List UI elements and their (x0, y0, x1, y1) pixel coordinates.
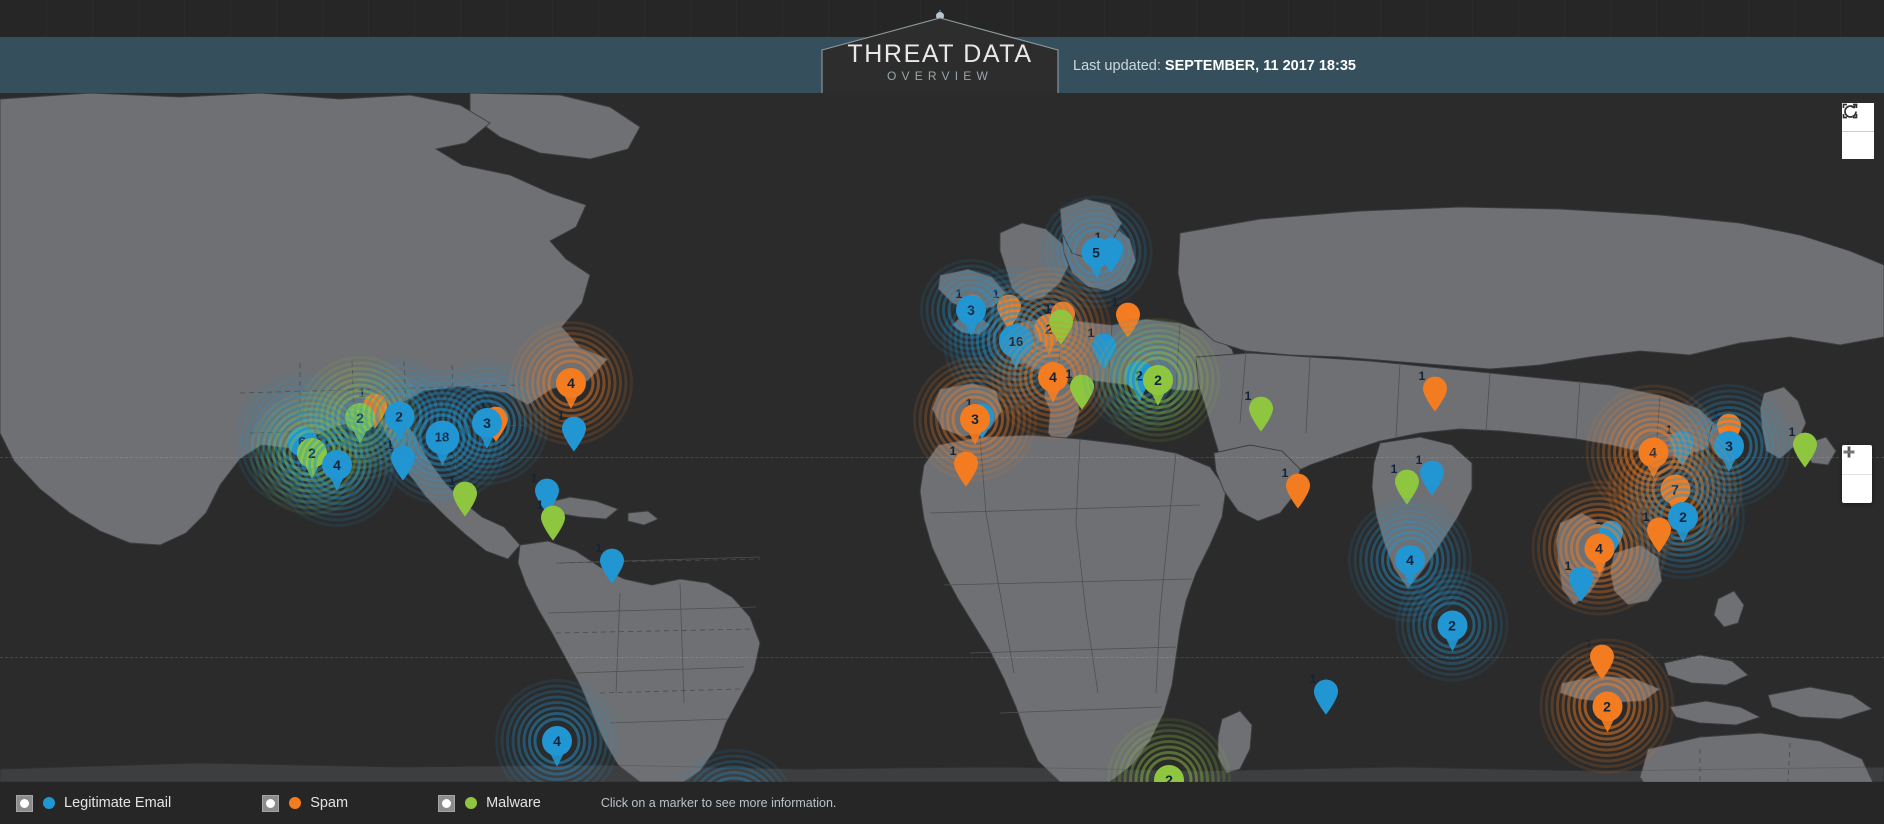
legend-filter-malware[interactable]: Malware (438, 795, 541, 812)
world-map[interactable]: 1511131211611412231111114211413172141112… (0, 93, 1884, 782)
grid-line (138, 0, 139, 37)
threat-data-dashboard: THREAT DATA OVERVIEW Last updated: SEPTE… (0, 0, 1884, 824)
grid-line (1840, 0, 1841, 37)
grid-line (276, 0, 277, 37)
last-updated-value: SEPTEMBER, 11 2017 18:35 (1165, 58, 1356, 74)
cluster-count: 2 (1143, 365, 1173, 395)
map-view-controls[interactable] (1842, 103, 1874, 159)
grid-line (1794, 0, 1795, 37)
legend-label: Legitimate Email (64, 795, 171, 811)
legend-checkbox[interactable] (16, 795, 33, 812)
grid-line (1702, 0, 1703, 37)
grid-line (782, 0, 783, 37)
grid-line (1288, 0, 1289, 37)
grid-line (644, 0, 645, 37)
grid-line (1564, 0, 1565, 37)
grid-line (1104, 0, 1105, 37)
cluster-rings (660, 737, 808, 782)
cluster-count: 4 (322, 450, 352, 480)
grid-line (1150, 0, 1151, 37)
badge-title: THREAT DATA (847, 40, 1032, 68)
map-marker-cluster[interactable]: 2 (1528, 627, 1687, 783)
map-marker-cluster[interactable]: 4 (483, 667, 631, 782)
grid-line (1610, 0, 1611, 37)
legend-filter-legitimate-email[interactable]: Legitimate Email (16, 795, 171, 812)
cluster-count: 2 (1592, 691, 1622, 721)
grid-line (1334, 0, 1335, 37)
legend-label: Spam (310, 795, 348, 811)
grid-line (414, 0, 415, 37)
map-marker-cluster[interactable]: 3 (660, 737, 808, 782)
last-updated-label: Last updated: (1073, 58, 1161, 74)
grid-line (1196, 0, 1197, 37)
legend-filter-spam[interactable]: Spam (262, 795, 348, 812)
legend-color-swatch (465, 797, 477, 809)
grid-line (1380, 0, 1381, 37)
grid-line (1656, 0, 1657, 37)
grid-line (1426, 0, 1427, 37)
map-marker-cluster[interactable]: 4 (1057, 769, 1205, 782)
grid-line (184, 0, 185, 37)
badge-subtitle: OVERVIEW (887, 69, 993, 83)
map-marker-cluster[interactable]: 2 (1084, 306, 1232, 454)
map-marker-cluster[interactable]: 2 (1384, 557, 1521, 694)
zoom-controls[interactable] (1842, 445, 1872, 503)
grid-line (1748, 0, 1749, 37)
grid-line (322, 0, 323, 37)
grid-line (736, 0, 737, 37)
reset-icon[interactable] (1842, 131, 1874, 159)
grid-line (92, 0, 93, 37)
grid-line (1472, 0, 1473, 37)
grid-line (598, 0, 599, 37)
legend-checkbox[interactable] (262, 795, 279, 812)
legend-hint: Click on a marker to see more informatio… (601, 796, 837, 810)
legend-label: Malware (486, 795, 541, 811)
cluster-count: 4 (1584, 533, 1614, 563)
cluster-count: 4 (556, 368, 586, 398)
grid-line (552, 0, 553, 37)
grid-line (460, 0, 461, 37)
threat-data-badge: THREAT DATA OVERVIEW (820, 8, 1060, 98)
legend-color-swatch (289, 797, 301, 809)
legend-color-swatch (43, 797, 55, 809)
grid-line (506, 0, 507, 37)
legend-bar: Legitimate Email Spam Malware Click on a… (0, 782, 1884, 824)
cluster-count: 2 (1437, 610, 1467, 640)
grid-line (1242, 0, 1243, 37)
last-updated: Last updated: SEPTEMBER, 11 2017 18:35 (1073, 58, 1356, 74)
cluster-count: 3 (960, 404, 990, 434)
grid-line (690, 0, 691, 37)
grid-line (46, 0, 47, 37)
grid-line (1518, 0, 1519, 37)
legend-checkbox[interactable] (438, 795, 455, 812)
cluster-rings (1057, 769, 1205, 782)
grid-line (368, 0, 369, 37)
grid-line (230, 0, 231, 37)
cluster-count: 4 (542, 726, 572, 756)
zoom-out-button[interactable] (1842, 474, 1872, 503)
